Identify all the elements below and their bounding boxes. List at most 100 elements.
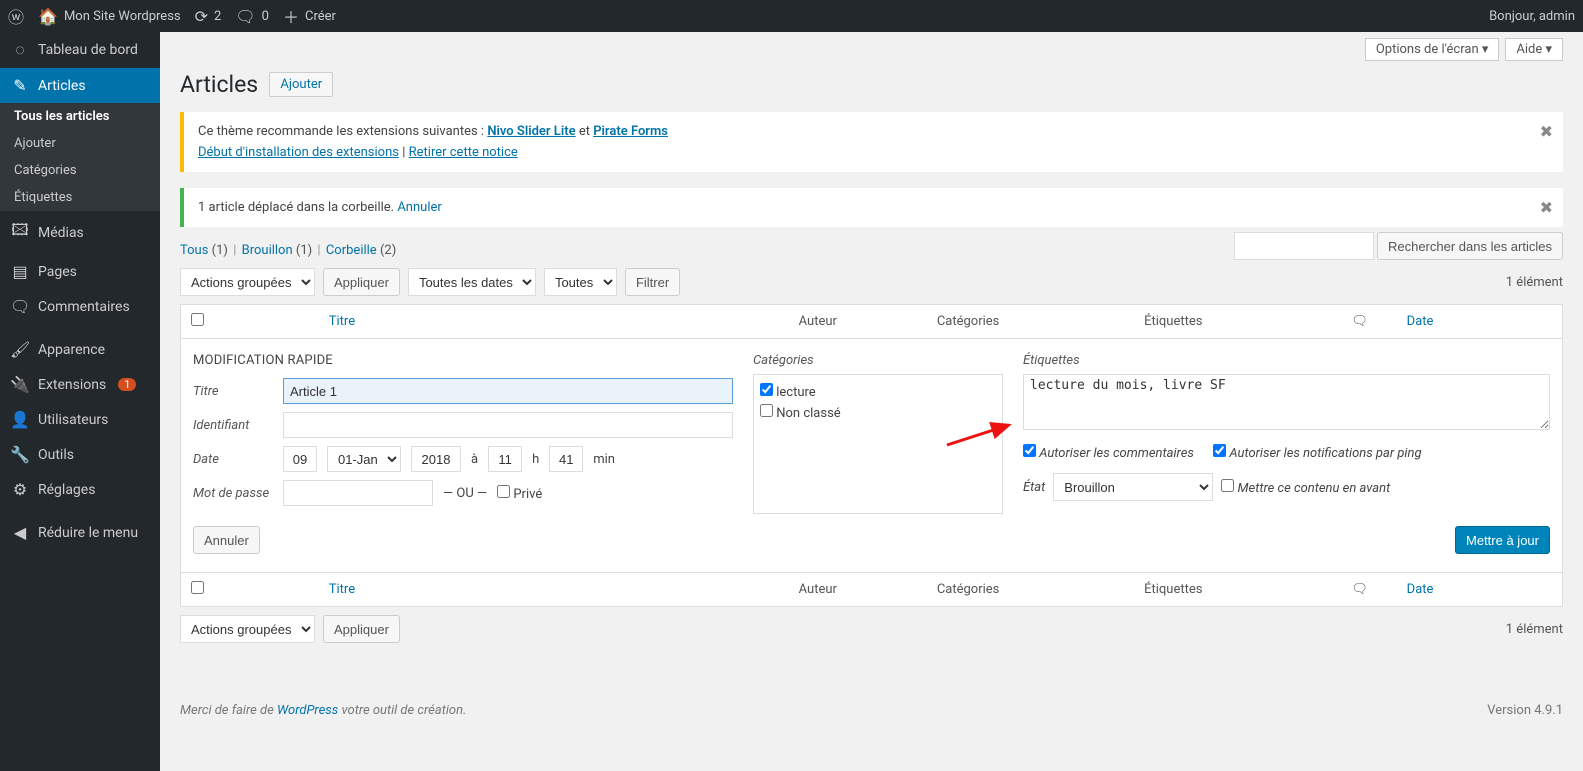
- link-install-plugins[interactable]: Début d'installation des extensions: [198, 145, 399, 160]
- filter-draft[interactable]: Brouillon: [242, 243, 293, 258]
- dismiss-notice-icon[interactable]: ✖: [1540, 122, 1553, 141]
- qe-month-select[interactable]: 01-Jan: [327, 446, 401, 472]
- cat-nonclasse-checkbox[interactable]: [760, 404, 773, 417]
- comments-icon: [1351, 314, 1368, 329]
- comments-link[interactable]: 🗨0: [235, 7, 269, 26]
- item-count-top: 1 élément: [1506, 275, 1563, 290]
- wp-logo[interactable]: ⓦ: [8, 4, 24, 28]
- select-all-bottom[interactable]: [191, 581, 204, 594]
- menu-media[interactable]: 🖾Médias: [0, 211, 160, 254]
- quick-edit-row: MODIFICATION RAPIDE Titre Identifiant Da…: [181, 339, 1563, 573]
- select-all-top[interactable]: [191, 313, 204, 326]
- qe-tags-heading: Étiquettes: [1023, 353, 1550, 368]
- bulk-actions-select-bottom[interactable]: Actions groupées: [180, 615, 315, 643]
- wordpress-link[interactable]: WordPress: [277, 703, 338, 718]
- tablenav-top: Actions groupées Appliquer Toutes les da…: [180, 268, 1563, 296]
- submenu-all-posts[interactable]: Tous les articles: [0, 103, 160, 130]
- tablenav-bottom: Actions groupées Appliquer 1 élément: [180, 615, 1563, 643]
- main-content: Options de l'écran ▾ Aide ▾ Articles Ajo…: [160, 32, 1583, 738]
- col-title[interactable]: Titre: [329, 314, 355, 329]
- qe-slug-input[interactable]: [283, 412, 733, 438]
- qe-title-label: Titre: [193, 384, 273, 399]
- quickedit-heading: MODIFICATION RAPIDE: [193, 353, 733, 368]
- update-quickedit-button[interactable]: Mettre à jour: [1455, 526, 1550, 554]
- cancel-quickedit-button[interactable]: Annuler: [193, 526, 260, 554]
- menu-tools[interactable]: 🔧Outils: [0, 437, 160, 472]
- cat-lecture-checkbox[interactable]: [760, 383, 773, 396]
- menu-dashboard[interactable]: ◌Tableau de bord: [0, 32, 160, 68]
- admin-footer: Merci de faire de WordPress votre outil …: [180, 703, 1563, 718]
- qe-status-label: État: [1023, 480, 1045, 495]
- site-name-link[interactable]: 🏠Mon Site Wordpress: [38, 7, 181, 26]
- allow-comments-checkbox[interactable]: [1023, 444, 1036, 457]
- updates-link[interactable]: ⟳2: [195, 7, 222, 26]
- apply-bulk-button[interactable]: Appliquer: [323, 268, 400, 296]
- link-nivo-slider[interactable]: Nivo Slider Lite: [487, 124, 575, 139]
- qe-password-input[interactable]: [283, 480, 433, 506]
- menu-posts[interactable]: ✎Articles: [0, 68, 160, 103]
- page-title: Articles: [180, 71, 258, 98]
- help-toggle[interactable]: Aide ▾: [1505, 38, 1563, 61]
- link-pirate-forms[interactable]: Pirate Forms: [593, 124, 668, 139]
- menu-comments[interactable]: 🗨Commentaires: [0, 289, 160, 324]
- plugins-badge: 1: [118, 378, 136, 391]
- qe-year-input[interactable]: [411, 446, 461, 472]
- qe-slug-label: Identifiant: [193, 418, 273, 433]
- qe-title-input[interactable]: [283, 378, 733, 404]
- notice-recommended-plugins: ✖ Ce thème recommande les extensions sui…: [180, 112, 1563, 172]
- allow-pings-checkbox[interactable]: [1213, 444, 1226, 457]
- menu-pages[interactable]: ▤Pages: [0, 254, 160, 289]
- col-author: Auteur: [789, 305, 927, 339]
- col-categories: Catégories: [927, 305, 1134, 339]
- submenu-add-post[interactable]: Ajouter: [0, 130, 160, 157]
- version-label: Version 4.9.1: [1487, 703, 1563, 718]
- item-count-bottom: 1 élément: [1506, 622, 1563, 637]
- bulk-actions-select[interactable]: Actions groupées: [180, 268, 315, 296]
- apply-bulk-button-bottom[interactable]: Appliquer: [323, 615, 400, 643]
- admin-bar: ⓦ 🏠Mon Site Wordpress ⟳2 🗨0 ＋Créer Bonjo…: [0, 0, 1583, 32]
- new-label: Créer: [305, 9, 336, 24]
- search-input[interactable]: [1234, 232, 1374, 260]
- qe-status-select[interactable]: Brouillon: [1053, 473, 1213, 501]
- menu-plugins[interactable]: 🔌Extensions1: [0, 367, 160, 402]
- menu-users[interactable]: 👤Utilisateurs: [0, 402, 160, 437]
- filter-button[interactable]: Filtrer: [625, 268, 680, 296]
- search-box: Rechercher dans les articles: [1234, 232, 1563, 260]
- link-dismiss-notice[interactable]: Retirer cette notice: [409, 145, 518, 160]
- qe-tags-input[interactable]: [1023, 374, 1550, 430]
- filter-trash[interactable]: Corbeille: [326, 243, 377, 258]
- search-button[interactable]: Rechercher dans les articles: [1377, 232, 1563, 260]
- comments-count: 0: [262, 9, 269, 24]
- qe-password-label: Mot de passe: [193, 486, 273, 501]
- submenu-tags[interactable]: Étiquettes: [0, 184, 160, 211]
- comments-icon-foot: [1351, 582, 1368, 597]
- undo-trash-link[interactable]: Annuler: [397, 200, 441, 215]
- add-new-button[interactable]: Ajouter: [269, 72, 333, 97]
- updates-count: 2: [214, 9, 221, 24]
- site-name: Mon Site Wordpress: [64, 9, 181, 24]
- sticky-checkbox[interactable]: [1221, 479, 1234, 492]
- dismiss-trash-notice-icon[interactable]: ✖: [1540, 198, 1553, 217]
- new-content-link[interactable]: ＋Créer: [283, 4, 336, 28]
- col-tags: Étiquettes: [1134, 305, 1341, 339]
- qe-day-input[interactable]: [283, 446, 317, 472]
- qe-min-input[interactable]: [549, 446, 583, 472]
- admin-sidebar: ◌Tableau de bord ✎Articles Tous les arti…: [0, 32, 160, 771]
- col-title-foot[interactable]: Titre: [329, 582, 355, 597]
- qe-private-checkbox[interactable]: [497, 485, 510, 498]
- qe-date-label: Date: [193, 452, 273, 467]
- menu-collapse[interactable]: ◀Réduire le menu: [0, 515, 160, 550]
- col-date[interactable]: Date: [1407, 314, 1434, 329]
- menu-appearance[interactable]: 🖌Apparence: [0, 332, 160, 367]
- category-filter-select[interactable]: Toutes: [544, 268, 617, 296]
- annotation-arrow: [945, 419, 1015, 449]
- date-filter-select[interactable]: Toutes les dates: [408, 268, 536, 296]
- col-date-foot[interactable]: Date: [1407, 582, 1434, 597]
- qe-categories-heading: Catégories: [753, 353, 1003, 368]
- screen-options-toggle[interactable]: Options de l'écran ▾: [1365, 38, 1500, 61]
- menu-settings[interactable]: ⚙Réglages: [0, 472, 160, 507]
- filter-all[interactable]: Tous: [180, 243, 208, 258]
- qe-hour-input[interactable]: [488, 446, 522, 472]
- submenu-categories[interactable]: Catégories: [0, 157, 160, 184]
- howdy-user[interactable]: Bonjour, admin: [1489, 9, 1575, 24]
